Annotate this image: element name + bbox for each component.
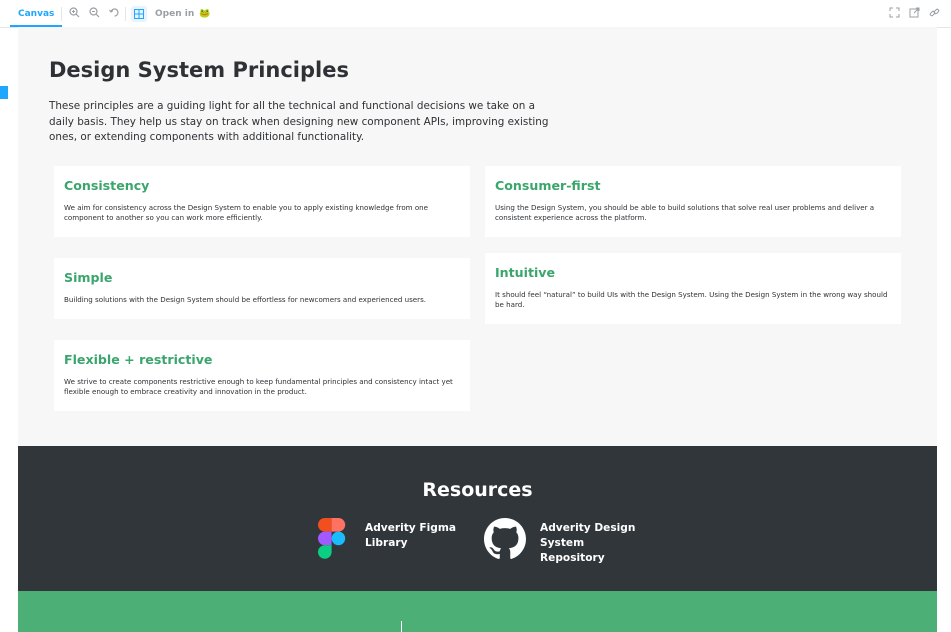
toolbar-divider <box>125 7 126 21</box>
zoom-out-icon[interactable] <box>88 7 101 20</box>
zoom-reset-icon[interactable] <box>108 7 121 20</box>
principle-text: Building solutions with the Design Syste… <box>64 295 427 304</box>
toolbar-divider <box>61 7 62 21</box>
resources-section: Resources Adverity Figma Library Adverit… <box>18 446 937 591</box>
principle-text: It should feel “natural” to build UIs wi… <box>495 290 888 310</box>
grid-icon <box>134 9 144 19</box>
github-icon <box>484 518 526 559</box>
zoom-in-icon[interactable] <box>68 7 81 20</box>
principle-card: Flexible + restrictive We strive to crea… <box>54 340 470 411</box>
principle-card: Simple Building solutions with the Desig… <box>54 258 470 319</box>
principle-title: Consumer-first <box>495 178 601 193</box>
footer-band <box>18 591 937 632</box>
footer-divider <box>401 621 402 632</box>
resources-title: Resources <box>422 479 533 501</box>
tab-canvas[interactable]: Canvas <box>10 0 63 27</box>
principle-card: Consistency We aim for consistency acros… <box>54 166 470 237</box>
figma-library-link[interactable]: Adverity Figma Library <box>318 518 458 564</box>
copy-link-icon[interactable] <box>928 7 941 20</box>
principle-text: Using the Design System, you should be a… <box>495 203 875 223</box>
storybook-toolbar: Canvas Open in 🐸 <box>0 0 951 28</box>
open-in-button[interactable]: Open in 🐸 <box>155 0 211 27</box>
principles-section: Design System Principles These principle… <box>18 27 937 446</box>
frog-icon: 🐸 <box>199 9 211 19</box>
design-system-repository-label: Adverity Design System Repository <box>540 522 636 564</box>
principle-title: Flexible + restrictive <box>64 352 213 367</box>
intro-text: These principles are a guiding light for… <box>49 100 549 143</box>
sidebar-selection-marker <box>0 86 8 99</box>
design-system-repository-link[interactable]: Adverity Design System Repository <box>484 518 644 564</box>
principle-card: Intuitive It should feel “natural” to bu… <box>485 253 901 324</box>
figma-icon <box>318 518 346 559</box>
open-in-label: Open in <box>155 9 195 19</box>
principle-text: We aim for consistency across the Design… <box>64 203 429 223</box>
principle-title: Consistency <box>64 178 150 193</box>
principle-card: Consumer-first Using the Design System, … <box>485 166 901 237</box>
open-new-tab-icon[interactable] <box>908 7 921 20</box>
figma-library-label: Adverity Figma Library <box>365 522 457 549</box>
canvas-preview: Design System Principles These principle… <box>18 27 937 632</box>
principle-title: Simple <box>64 270 113 285</box>
principle-title: Intuitive <box>495 265 556 280</box>
fullscreen-icon[interactable] <box>888 7 901 20</box>
principle-text: We strive to create components restricti… <box>64 377 453 397</box>
grid-toggle-button[interactable] <box>131 6 147 22</box>
page-title: Design System Principles <box>49 58 349 82</box>
